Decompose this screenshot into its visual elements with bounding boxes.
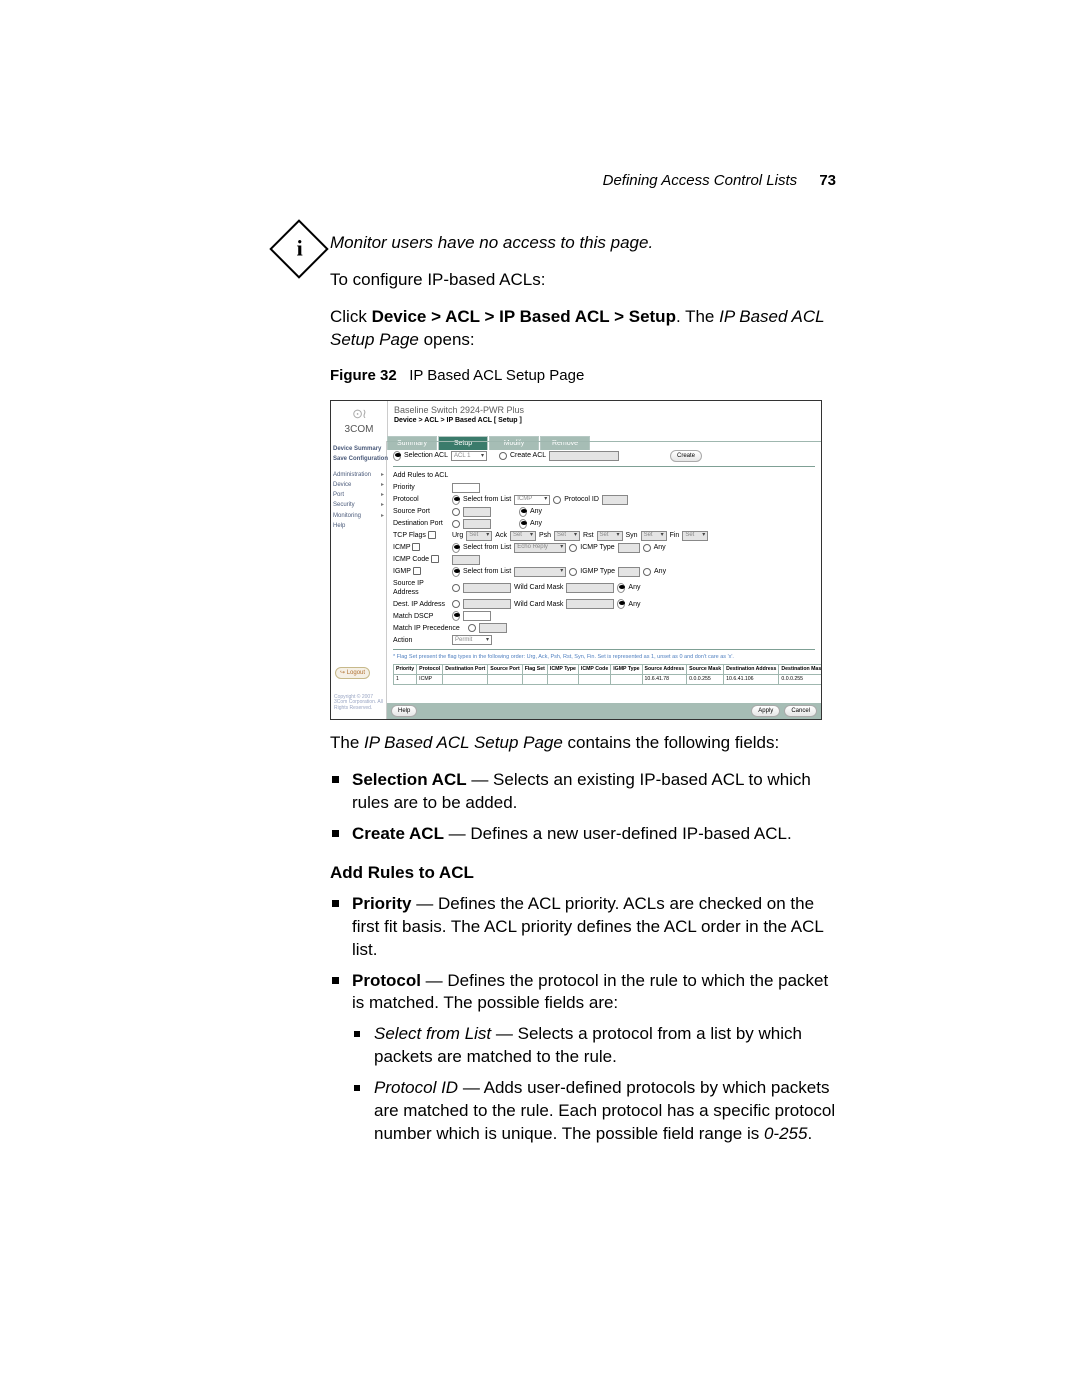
page-number: 73: [819, 172, 836, 189]
flag-psh[interactable]: Set: [554, 531, 580, 541]
src-ip-input[interactable]: [463, 583, 511, 593]
sidebar-item-port[interactable]: Port▸: [333, 490, 384, 500]
dst-ip-any-radio[interactable]: [617, 599, 625, 609]
dst-ip-radio[interactable]: [452, 600, 460, 608]
list-item: Create ACL — Defines a new user-defined …: [330, 823, 845, 846]
add-rules-heading: Add Rules to ACL: [393, 471, 815, 480]
dst-ip-input[interactable]: [463, 599, 511, 609]
breadcrumb: Device > ACL > IP Based ACL [ Setup ]: [394, 416, 524, 425]
src-port-radio[interactable]: [452, 508, 460, 516]
flag-ack[interactable]: Set: [510, 531, 536, 541]
monitor-note: Monitor users have no access to this pag…: [330, 232, 845, 255]
protocol-select[interactable]: ICMP: [514, 495, 550, 505]
create-acl-input[interactable]: [549, 451, 619, 461]
create-acl-radio[interactable]: [499, 452, 507, 460]
brand-logo: ⊙≀ 3COM: [331, 401, 388, 438]
priority-input[interactable]: [452, 483, 480, 493]
sidebar-item-device-summary[interactable]: Device Summary: [333, 444, 384, 454]
rules-table: PriorityProtocol Destination PortSource …: [393, 664, 821, 685]
click-path-line: Click Device > ACL > IP Based ACL > Setu…: [330, 306, 845, 352]
sidebar-item-help[interactable]: Help: [333, 521, 384, 531]
add-rules-heading-text: Add Rules to ACL: [330, 862, 845, 885]
igmp-type-input[interactable]: [618, 567, 640, 577]
igmp-type-radio[interactable]: [569, 568, 577, 576]
field-list-rules: Priority — Defines the ACL priority. ACL…: [330, 893, 845, 1146]
table-row[interactable]: 1ICMP 10.6.41.780.0.0.255 10.6.41.1060.0…: [394, 674, 822, 684]
protocol-id-input[interactable]: [602, 495, 628, 505]
figure-caption: Figure 32 IP Based ACL Setup Page: [330, 366, 845, 386]
list-item: Select from List — Selects a protocol fr…: [352, 1023, 845, 1069]
copyright: Copyright © 2007 3Com Corporation. All R…: [334, 695, 383, 712]
sidebar-item-administration[interactable]: Administration▸: [333, 470, 384, 480]
protocol-list-radio[interactable]: [452, 495, 460, 505]
ipprec-radio[interactable]: [468, 624, 476, 632]
logout-button[interactable]: ↪ Logout: [335, 667, 370, 679]
ipprec-input[interactable]: [479, 623, 507, 633]
action-select[interactable]: Permit: [452, 635, 492, 645]
src-ip-any-radio[interactable]: [617, 583, 625, 593]
field-list-top: Selection ACL — Selects an existing IP-b…: [330, 769, 845, 846]
to-configure-line: To configure IP-based ACLs:: [330, 269, 845, 292]
product-title: Baseline Switch 2924-PWR Plus: [394, 404, 524, 416]
sidebar: Device Summary Save Configuration Admini…: [331, 441, 387, 719]
tcp-flags-check[interactable]: [428, 531, 436, 539]
list-item: Protocol ID — Adds user-defined protocol…: [352, 1077, 845, 1146]
footer-bar: Help Apply Cancel: [387, 703, 821, 719]
info-icon: i: [269, 219, 328, 278]
after-figure-line: The IP Based ACL Setup Page contains the…: [330, 732, 845, 755]
icmp-type-input[interactable]: [618, 543, 640, 553]
flag-urg[interactable]: Set: [466, 531, 492, 541]
icmp-any-radio[interactable]: [643, 544, 651, 552]
list-item: Protocol — Defines the protocol in the r…: [330, 970, 845, 1147]
flag-rst[interactable]: Set: [597, 531, 623, 541]
dscp-input[interactable]: [463, 611, 491, 621]
screenshot-figure: ⊙≀ 3COM Baseline Switch 2924-PWR Plus De…: [330, 400, 822, 720]
src-mask-input[interactable]: [566, 583, 614, 593]
icmp-code-check[interactable]: [431, 555, 439, 563]
list-item: Selection ACL — Selects an existing IP-b…: [330, 769, 845, 815]
running-header: Defining Access Control Lists 73: [603, 172, 836, 189]
protocol-id-radio[interactable]: [553, 496, 561, 504]
help-button[interactable]: Help: [391, 705, 417, 717]
dst-port-any-radio[interactable]: [519, 519, 527, 529]
selection-acl-radio[interactable]: [393, 451, 401, 461]
running-title: Defining Access Control Lists: [603, 172, 798, 189]
cancel-button[interactable]: Cancel: [784, 705, 817, 717]
src-ip-radio[interactable]: [452, 584, 460, 592]
icmp-list-radio[interactable]: [452, 543, 460, 553]
igmp-list-radio[interactable]: [452, 567, 460, 577]
icmp-code-input[interactable]: [452, 555, 480, 565]
dst-mask-input[interactable]: [566, 599, 614, 609]
sidebar-item-device[interactable]: Device▸: [333, 480, 384, 490]
main-panel: Selection ACL ACL 1 Create ACL Create Ad…: [387, 441, 821, 701]
selection-acl-select[interactable]: ACL 1: [451, 451, 487, 461]
sidebar-item-monitoring[interactable]: Monitoring▸: [333, 511, 384, 521]
body-text: Monitor users have no access to this pag…: [330, 232, 845, 1146]
src-port-any-radio[interactable]: [519, 507, 527, 517]
icmp-list[interactable]: Echo Reply: [514, 543, 566, 553]
igmp-any-radio[interactable]: [643, 568, 651, 576]
dst-port-radio[interactable]: [452, 520, 460, 528]
dst-port-input[interactable]: [463, 519, 491, 529]
sidebar-item-save-config[interactable]: Save Configuration: [333, 454, 384, 464]
src-port-input[interactable]: [463, 507, 491, 517]
flag-syn[interactable]: Set: [641, 531, 667, 541]
icmp-type-radio[interactable]: [569, 544, 577, 552]
sidebar-item-security[interactable]: Security▸: [333, 500, 384, 510]
igmp-list[interactable]: [514, 567, 566, 577]
list-item: Priority — Defines the ACL priority. ACL…: [330, 893, 845, 962]
flag-fin[interactable]: Set: [682, 531, 708, 541]
dscp-radio[interactable]: [452, 611, 460, 621]
flag-note: * Flag Set present the flag types in the…: [393, 654, 815, 661]
create-button[interactable]: Create: [670, 450, 702, 462]
nav-path: Device > ACL > IP Based ACL > Setup: [372, 307, 676, 326]
icmp-check[interactable]: [412, 543, 420, 551]
apply-button[interactable]: Apply: [751, 705, 780, 717]
igmp-check[interactable]: [413, 567, 421, 575]
